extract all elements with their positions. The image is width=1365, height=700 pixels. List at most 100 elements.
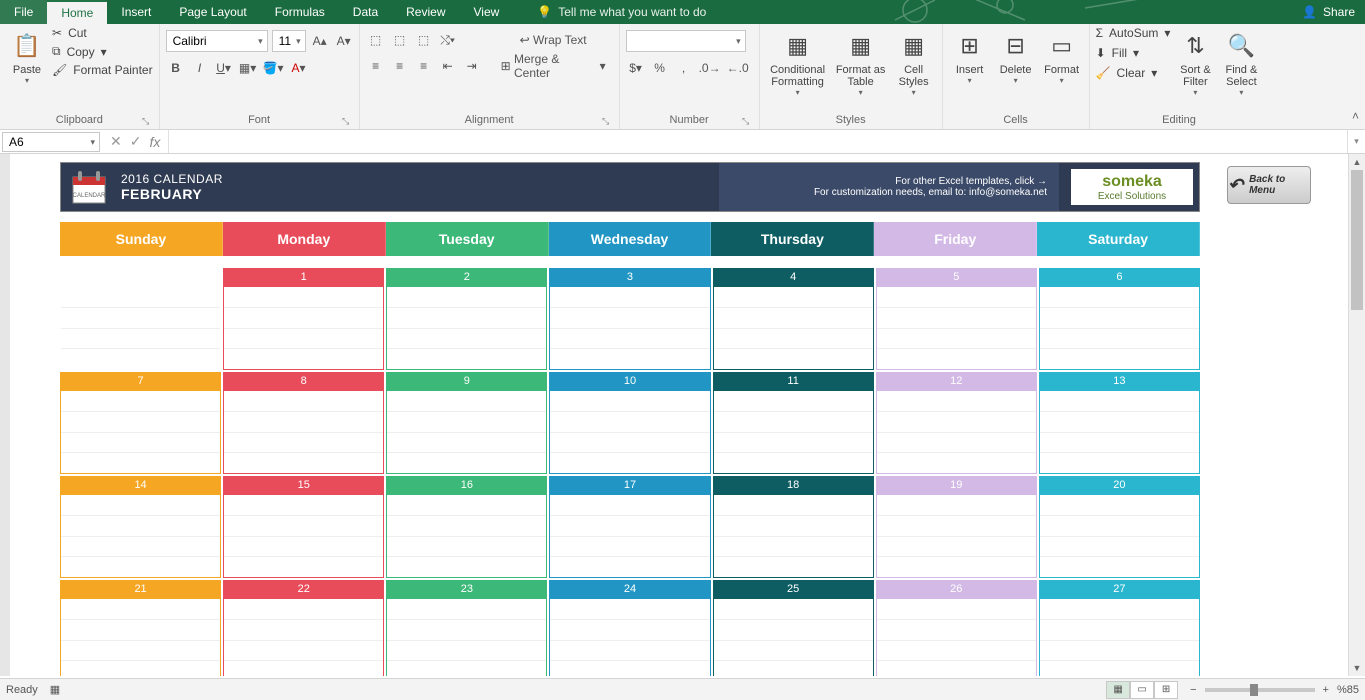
day-lines[interactable] <box>223 598 384 676</box>
page-break-view-button[interactable]: ⊞ <box>1154 681 1178 699</box>
insert-cells-button[interactable]: ⊞Insert▾ <box>949 26 991 89</box>
accounting-format-button[interactable]: $▾ <box>626 58 646 78</box>
calendar-day[interactable]: 12 <box>876 372 1037 474</box>
bold-button[interactable]: B <box>166 58 186 78</box>
day-lines[interactable] <box>876 598 1037 676</box>
day-lines[interactable] <box>223 286 384 370</box>
tab-insert[interactable]: Insert <box>107 0 165 24</box>
day-lines[interactable] <box>386 286 547 370</box>
day-lines[interactable] <box>1039 286 1200 370</box>
day-lines[interactable] <box>1039 390 1200 474</box>
expand-formula-bar-button[interactable]: ▾ <box>1347 130 1365 153</box>
calendar-day[interactable]: 16 <box>386 476 547 578</box>
calendar-day[interactable]: 10 <box>549 372 710 474</box>
find-select-button[interactable]: 🔍Find & Select▾ <box>1220 26 1262 101</box>
calendar-day[interactable]: 27 <box>1039 580 1200 676</box>
scroll-down-arrow[interactable]: ▼ <box>1349 660 1365 676</box>
day-lines[interactable] <box>223 494 384 578</box>
enter-formula-button[interactable]: ✓ <box>130 133 142 150</box>
paste-button[interactable]: 📋 Paste ▾ <box>6 26 48 89</box>
cut-button[interactable]: ✂Cut <box>52 26 153 40</box>
day-lines[interactable] <box>713 390 874 474</box>
calendar-day[interactable]: 11 <box>713 372 874 474</box>
fill-button[interactable]: ⬇Fill ▾ <box>1096 46 1171 60</box>
copy-button[interactable]: ⧉Copy ▾ <box>52 44 153 59</box>
day-lines[interactable] <box>60 390 221 474</box>
dialog-launcher-icon[interactable]: ⤡ <box>741 116 751 126</box>
back-to-menu-button[interactable]: ↶ Back to Menu <box>1227 166 1311 204</box>
calendar-day[interactable]: 17 <box>549 476 710 578</box>
merge-center-button[interactable]: ⊞ Merge & Center ▾ <box>494 56 613 76</box>
format-painter-button[interactable]: 🖌Format Painter <box>52 63 153 77</box>
macro-record-icon[interactable]: ▦ <box>50 683 60 696</box>
calendar-day[interactable]: 3 <box>549 268 710 370</box>
day-lines[interactable] <box>1039 494 1200 578</box>
vertical-scrollbar[interactable]: ▲ ▼ <box>1348 154 1365 676</box>
dialog-launcher-icon[interactable]: ⤡ <box>341 116 351 126</box>
cell-styles-button[interactable]: ▦Cell Styles▾ <box>892 26 936 101</box>
day-lines[interactable] <box>386 494 547 578</box>
dialog-launcher-icon[interactable]: ⤡ <box>141 116 151 126</box>
fx-icon[interactable]: fx <box>149 134 160 150</box>
day-lines[interactable] <box>60 286 221 370</box>
scrollbar-thumb[interactable] <box>1351 170 1363 310</box>
clear-button[interactable]: 🧹Clear ▾ <box>1096 66 1171 80</box>
day-lines[interactable] <box>386 390 547 474</box>
autosum-button[interactable]: ΣAutoSum ▾ <box>1096 26 1171 40</box>
share-button[interactable]: 👤Share <box>1302 0 1355 24</box>
tab-file[interactable]: File <box>0 0 47 24</box>
day-lines[interactable] <box>549 494 710 578</box>
calendar-day[interactable]: 26 <box>876 580 1037 676</box>
calendar-day[interactable]: 13 <box>1039 372 1200 474</box>
tab-view[interactable]: View <box>460 0 514 24</box>
font-name-select[interactable]: Calibri <box>166 30 268 52</box>
zoom-slider[interactable] <box>1205 688 1315 692</box>
calendar-day[interactable]: 20 <box>1039 476 1200 578</box>
format-cells-button[interactable]: ▭Format▾ <box>1041 26 1083 89</box>
normal-view-button[interactable]: ▦ <box>1106 681 1130 699</box>
day-lines[interactable] <box>60 598 221 676</box>
zoom-out-button[interactable]: − <box>1190 684 1196 696</box>
align-left-button[interactable]: ≡ <box>366 56 386 76</box>
day-lines[interactable] <box>549 598 710 676</box>
zoom-level[interactable]: %85 <box>1337 684 1359 696</box>
orientation-button[interactable]: ⤭▾ <box>438 30 458 50</box>
tab-home[interactable]: Home <box>47 0 107 24</box>
day-lines[interactable] <box>876 286 1037 370</box>
day-lines[interactable] <box>1039 598 1200 676</box>
increase-decimal-button[interactable]: .0→ <box>698 58 722 78</box>
tab-data[interactable]: Data <box>339 0 392 24</box>
align-right-button[interactable]: ≡ <box>414 56 434 76</box>
day-lines[interactable] <box>713 286 874 370</box>
cancel-formula-button[interactable]: ✕ <box>110 133 122 150</box>
day-lines[interactable] <box>549 286 710 370</box>
scroll-up-arrow[interactable]: ▲ <box>1349 154 1365 170</box>
align-top-button[interactable]: ⬚ <box>366 30 386 50</box>
calendar-day[interactable]: 18 <box>713 476 874 578</box>
decrease-indent-button[interactable]: ⇤ <box>438 56 458 76</box>
dialog-launcher-icon[interactable]: ⤡ <box>601 116 611 126</box>
calendar-day[interactable]: 6 <box>1039 268 1200 370</box>
wrap-text-button[interactable]: ↩ Wrap Text <box>494 30 613 50</box>
name-box[interactable]: A6 <box>2 132 100 152</box>
day-lines[interactable] <box>876 494 1037 578</box>
calendar-day[interactable]: 2 <box>386 268 547 370</box>
decrease-font-button[interactable]: A▾ <box>334 31 354 51</box>
calendar-day[interactable]: 1 <box>223 268 384 370</box>
decrease-decimal-button[interactable]: ←.0 <box>726 58 750 78</box>
tab-review[interactable]: Review <box>392 0 459 24</box>
day-lines[interactable] <box>60 494 221 578</box>
conditional-formatting-button[interactable]: ▦Conditional Formatting▾ <box>766 26 830 101</box>
zoom-in-button[interactable]: + <box>1323 684 1329 696</box>
font-color-button[interactable]: A▾ <box>289 58 309 78</box>
calendar-day[interactable]: 15 <box>223 476 384 578</box>
calendar-day[interactable]: 24 <box>549 580 710 676</box>
day-lines[interactable] <box>223 390 384 474</box>
formula-input[interactable] <box>169 130 1347 153</box>
calendar-day[interactable]: 14 <box>60 476 221 578</box>
day-lines[interactable] <box>876 390 1037 474</box>
day-lines[interactable] <box>713 494 874 578</box>
tab-page-layout[interactable]: Page Layout <box>165 0 260 24</box>
number-format-select[interactable] <box>626 30 746 52</box>
fill-color-button[interactable]: 🪣▾ <box>262 58 285 78</box>
